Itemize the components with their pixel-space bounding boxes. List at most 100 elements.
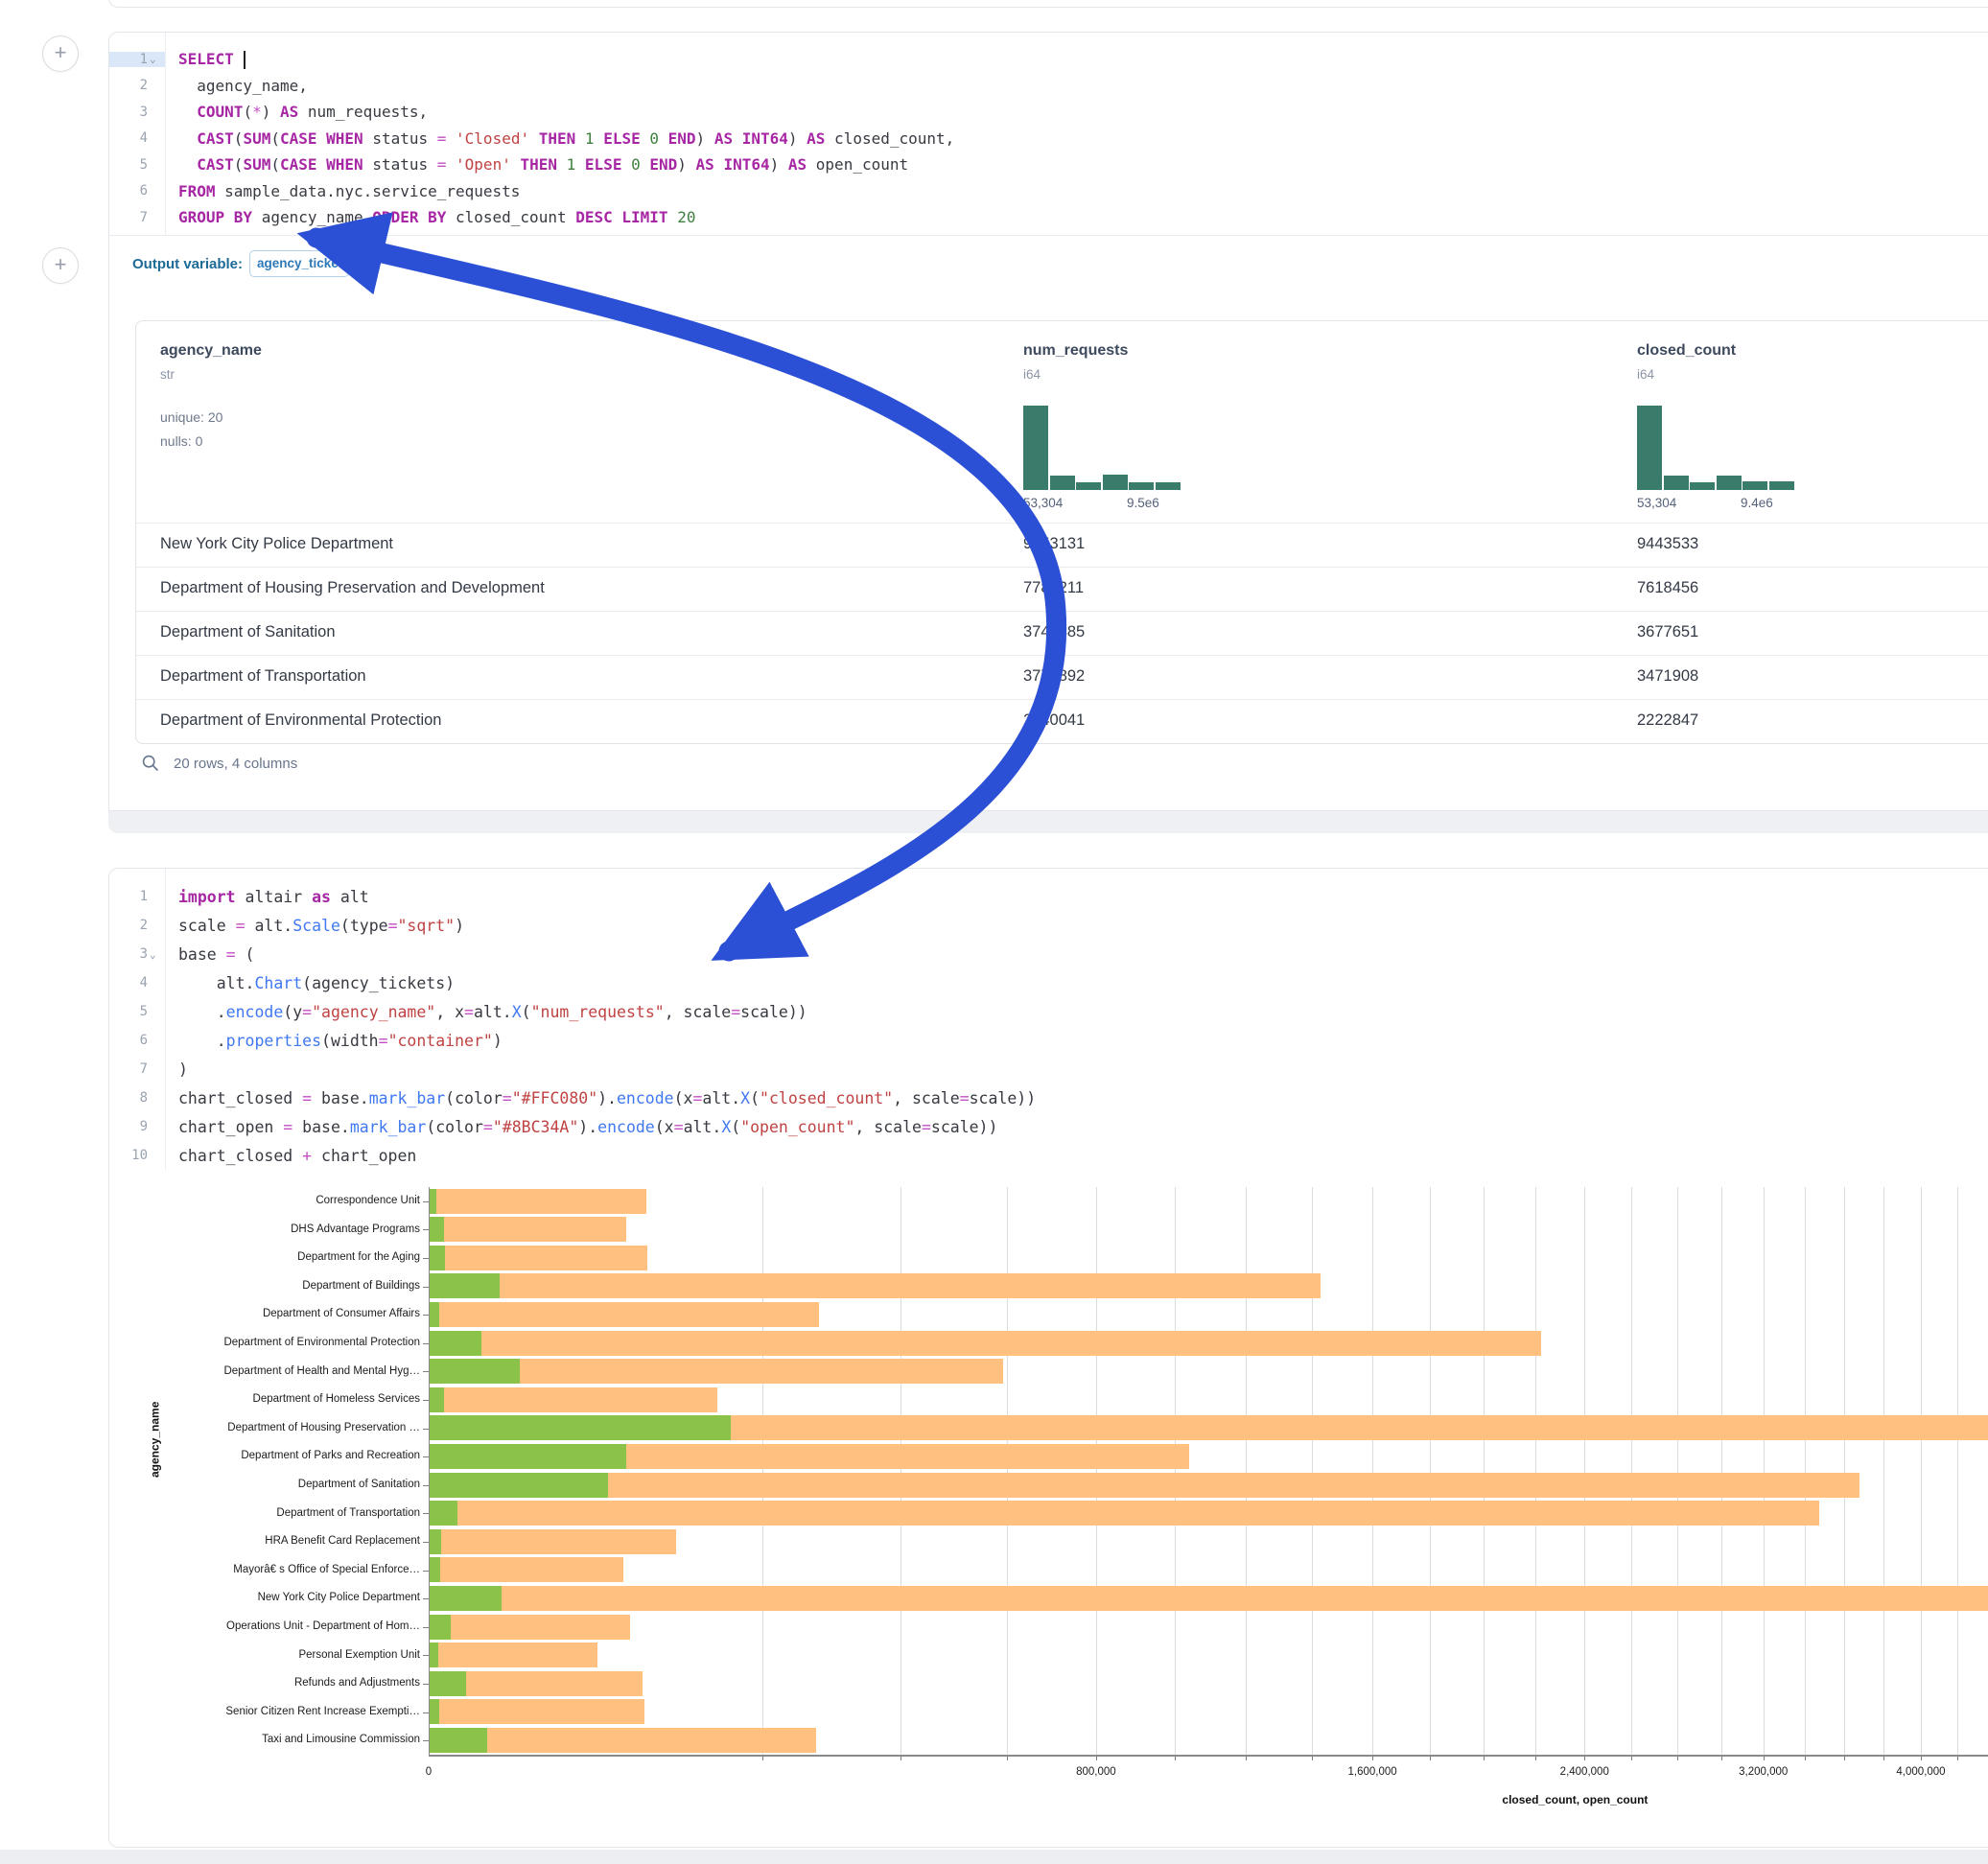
- column-type: i64: [1023, 367, 1041, 382]
- closed-count-bar: [429, 1586, 1988, 1611]
- table-cell: Department of Sanitation: [160, 623, 336, 641]
- gridline: [1631, 1187, 1632, 1755]
- open-count-bar: [429, 1473, 608, 1498]
- column-stat: unique: 20: [160, 409, 222, 425]
- open-count-bar: [429, 1615, 451, 1640]
- gridline: [1246, 1187, 1247, 1755]
- code-text: CAST(SUM(CASE WHEN status = 'Open' THEN …: [165, 155, 908, 174]
- code-line-7[interactable]: 7 GROUP BY agency_name ORDER BY closed_co…: [109, 204, 1988, 231]
- x-axis-tick-label: 3,200,000: [1739, 1766, 1788, 1778]
- closed-count-bar: [429, 1643, 597, 1667]
- gridline: [1764, 1187, 1765, 1755]
- open-count-bar: [429, 1643, 438, 1667]
- y-axis-label: Department of Consumer Affairs: [109, 1308, 420, 1319]
- line-number: 2: [140, 78, 148, 93]
- gridline: [1430, 1187, 1431, 1755]
- y-axis-label: Department of Transportation: [109, 1507, 420, 1519]
- table-cell: 3677651: [1637, 623, 1698, 641]
- y-axis-label: Mayorâ€ s Office of Special Enforce…: [109, 1564, 420, 1575]
- collapse-chevron-icon[interactable]: ⌄: [150, 53, 159, 65]
- column-header-closed_count[interactable]: closed_count: [1637, 342, 1736, 360]
- closed-count-bar: [429, 1302, 819, 1327]
- gridline: [1721, 1187, 1722, 1755]
- table-cell: 2222847: [1637, 711, 1698, 730]
- x-axis-tick-label: 1,600,000: [1348, 1766, 1397, 1778]
- code-text: CAST(SUM(CASE WHEN status = 'Closed' THE…: [165, 129, 954, 148]
- x-axis-tick-label: 0: [426, 1766, 432, 1778]
- column-header-agency_name[interactable]: agency_name: [160, 342, 262, 360]
- code-line-6[interactable]: 6FROM sample_data.nyc.service_requests: [109, 178, 1988, 205]
- y-axis-label: Refunds and Adjustments: [109, 1677, 420, 1689]
- column-histogram: [1637, 406, 1798, 490]
- table-preview: agency_namestrunique: 20nulls: 0num_requ…: [135, 320, 1988, 744]
- gridline: [1535, 1187, 1536, 1755]
- search-icon[interactable]: [141, 754, 160, 773]
- closed-count-bar: [429, 1615, 630, 1640]
- gridline: [900, 1187, 901, 1755]
- x-axis-tick-label: 800,000: [1076, 1766, 1116, 1778]
- histogram-max-label: 9.5e6: [1127, 496, 1159, 510]
- open-count-bar: [429, 1699, 439, 1724]
- table-row-count: 20 rows, 4 columns: [174, 756, 297, 772]
- open-count-bar: [429, 1217, 444, 1242]
- y-axis-label: Correspondence Unit: [109, 1195, 420, 1206]
- sql-code-editor[interactable]: 1⌄SELECT2 agency_name,3 COUNT(*) AS num_…: [109, 46, 1988, 231]
- y-axis-label: Department of Sanitation: [109, 1479, 420, 1490]
- table-cell: 2240041: [1023, 711, 1085, 730]
- y-axis-label: Taxi and Limousine Commission: [109, 1734, 420, 1745]
- closed-count-bar: [429, 1273, 1321, 1298]
- altair-bar-chart: Correspondence UnitDHS Advantage Program…: [109, 869, 1988, 1847]
- x-axis-title: closed_count, open_count: [1502, 1793, 1648, 1806]
- code-line-3[interactable]: 3 COUNT(*) AS num_requests,: [109, 99, 1988, 126]
- histogram-max-label: 9.4e6: [1741, 496, 1773, 510]
- text-cursor: [244, 51, 246, 69]
- y-axis-label: Department of Environmental Protection: [109, 1337, 420, 1348]
- y-axis-label: HRA Benefit Card Replacement: [109, 1535, 420, 1547]
- page-bottom-strip: [0, 1850, 1988, 1864]
- closed-count-bar: [429, 1473, 1859, 1498]
- code-line-4[interactable]: 4 CAST(SUM(CASE WHEN status = 'Closed' T…: [109, 126, 1988, 152]
- open-count-bar: [429, 1444, 626, 1469]
- gridline: [1484, 1187, 1485, 1755]
- gridline: [1372, 1187, 1373, 1755]
- add-cell-button-top[interactable]: +: [42, 35, 79, 72]
- table-cell: Department of Transportation: [160, 667, 366, 686]
- y-axis-label: Department for the Aging: [109, 1251, 420, 1263]
- column-stat: nulls: 0: [160, 433, 202, 449]
- previous-cell-remnant: [108, 0, 1988, 8]
- closed-count-bar: [429, 1217, 626, 1242]
- closed-count-bar: [429, 1331, 1541, 1356]
- closed-count-bar: [429, 1557, 623, 1582]
- code-text: agency_name,: [165, 77, 308, 95]
- code-line-1[interactable]: 1⌄SELECT: [109, 46, 1988, 73]
- table-cell: Department of Environmental Protection: [160, 711, 441, 730]
- gridline: [1805, 1187, 1806, 1755]
- add-cell-button-middle[interactable]: +: [42, 247, 79, 284]
- open-count-bar: [429, 1501, 457, 1526]
- column-header-num_requests[interactable]: num_requests: [1023, 342, 1128, 360]
- open-count-bar: [429, 1671, 466, 1696]
- closed-count-bar: [429, 1501, 1819, 1526]
- line-number: 7: [140, 210, 148, 225]
- y-axis-label: Personal Exemption Unit: [109, 1649, 420, 1661]
- gridline: [1096, 1187, 1097, 1755]
- gridline: [1921, 1187, 1922, 1755]
- table-cell: 3471908: [1637, 667, 1698, 686]
- y-axis-label: Department of Health and Mental Hyg…: [109, 1365, 420, 1377]
- line-number: 5: [140, 157, 148, 173]
- sql-cell-footer-bar: [108, 810, 1988, 833]
- code-text: GROUP BY agency_name ORDER BY closed_cou…: [165, 208, 695, 226]
- open-count-bar: [429, 1529, 441, 1554]
- gridline: [762, 1187, 763, 1755]
- column-type: i64: [1637, 367, 1654, 382]
- code-text: COUNT(*) AS num_requests,: [165, 103, 428, 121]
- table-cell: 7618456: [1637, 579, 1698, 597]
- python-cell: 1import altair as alt2scale = alt.Scale(…: [108, 868, 1988, 1848]
- histogram-min-label: 53,304: [1023, 496, 1063, 510]
- open-count-bar: [429, 1246, 445, 1270]
- code-line-2[interactable]: 2 agency_name,: [109, 73, 1988, 100]
- line-number: 4: [140, 130, 148, 146]
- column-histogram: [1023, 406, 1184, 490]
- output-variable-pill[interactable]: agency_tickets: [249, 250, 349, 277]
- code-line-5[interactable]: 5 CAST(SUM(CASE WHEN status = 'Open' THE…: [109, 151, 1988, 178]
